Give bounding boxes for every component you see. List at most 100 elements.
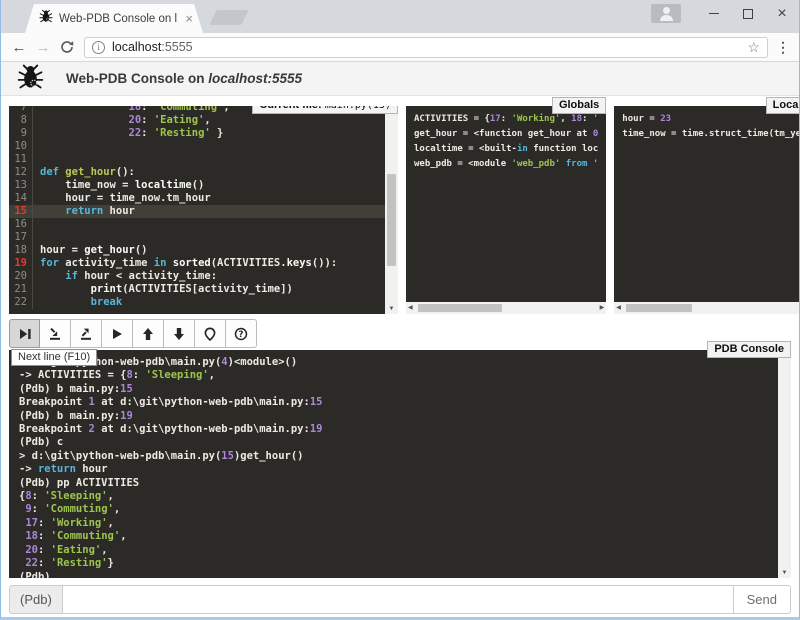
arrow-down-icon [172, 327, 186, 341]
source-vertical-scrollbar[interactable]: ▲ ▼ [385, 106, 398, 314]
pdb-prompt-addon: (Pdb) [9, 585, 62, 614]
console-line: {8: 'Sleeping', [19, 490, 778, 503]
close-icon: × [777, 6, 786, 22]
console-line: 20: 'Eating', [19, 544, 778, 557]
line-number: 18 [9, 244, 33, 257]
down-stack-button[interactable] [164, 319, 195, 348]
line-text: (Pdb) b main.py:15 [19, 383, 133, 395]
profile-button[interactable] [651, 4, 681, 23]
scroll-thumb[interactable] [387, 174, 396, 266]
console-line: -> return hour [19, 463, 778, 476]
scroll-down-icon[interactable]: ▼ [385, 305, 398, 313]
line-text: 9: 'Commuting', [19, 503, 120, 515]
close-button[interactable]: × [765, 0, 799, 27]
line-text: (Pdb) [19, 571, 51, 579]
help-button[interactable]: ? [226, 319, 257, 348]
globals-line: ACTIVITIES = {17: 'Working', 18: ' [414, 112, 598, 127]
console-line: > d:\git\python-web-pdb\main.py(4)<modul… [19, 356, 778, 369]
globals-line: localtime = <built-in function loc [414, 142, 598, 157]
code-line: 8 20: 'Eating', [9, 114, 385, 127]
info-icon[interactable]: i [92, 41, 105, 54]
browser-menu-icon[interactable]: ⋮ [773, 39, 793, 56]
console-line: -> ACTIVITIES = {8: 'Sleeping', [19, 369, 778, 382]
scroll-left-icon[interactable]: ◀ [616, 302, 621, 314]
console-line: 9: 'Commuting', [19, 503, 778, 516]
line-text: hour = get_hour() [40, 244, 148, 257]
scroll-thumb[interactable] [418, 304, 502, 312]
pdb-console-panel: > d:\git\python-web-pdb\main.py(4)<modul… [9, 350, 791, 578]
new-tab-button[interactable] [209, 10, 248, 25]
line-text: -> return hour [19, 463, 108, 475]
line-number: 17 [9, 231, 33, 244]
forward-button[interactable]: → [31, 40, 55, 55]
line-text: hour = 23 [622, 114, 671, 124]
line-text: 22: 'Resting'} [19, 557, 114, 569]
reload-icon [60, 40, 74, 54]
tab-close-icon[interactable]: × [183, 12, 195, 25]
next-line-tooltip: Next line (F10) [11, 349, 97, 366]
line-number: 13 [9, 179, 33, 192]
scroll-left-icon[interactable]: ◀ [408, 302, 413, 314]
code-line: 17 [9, 231, 385, 244]
step-next-icon [18, 327, 32, 341]
code-line: 21 print(ACTIVITIES[activity_time]) [9, 283, 385, 296]
locals-line: time_now = time.struct_time(tm_yea [622, 127, 800, 142]
scroll-right-icon[interactable]: ▶ [600, 302, 605, 314]
console-line: Breakpoint 1 at d:\git\python-web-pdb\ma… [19, 396, 778, 409]
panels-row: Current file: main.py(15) 7 18: 'Commuti… [1, 96, 799, 314]
line-number: 22 [9, 296, 33, 309]
send-button[interactable]: Send [733, 585, 791, 614]
line-number: 21 [9, 283, 33, 296]
source-panel: Current file: main.py(15) 7 18: 'Commuti… [9, 106, 398, 314]
next-line-button[interactable] [9, 319, 40, 348]
scroll-down-icon[interactable]: ▼ [778, 569, 791, 577]
locals-horizontal-scrollbar[interactable]: ◀ ▶ [614, 302, 800, 314]
line-number: 20 [9, 270, 33, 283]
svg-text:?: ? [239, 330, 244, 340]
line-text: ACTIVITIES = {17: 'Working', 18: ' [414, 114, 598, 124]
line-text: > d:\git\python-web-pdb\main.py(15)get_h… [19, 450, 304, 462]
line-text: -> ACTIVITIES = {8: 'Sleeping', [19, 369, 215, 381]
line-text: hour = time_now.tm_hour [40, 192, 211, 205]
line-number: 12 [9, 166, 33, 179]
console-line: (Pdb) pp ACTIVITIES [19, 477, 778, 490]
back-button[interactable]: ← [7, 40, 31, 55]
browser-tab[interactable]: Web-PDB Console on loc × [25, 4, 203, 33]
line-text: for activity_time in sorted(ACTIVITIES.k… [40, 257, 337, 270]
step-into-button[interactable] [40, 319, 71, 348]
bookmark-star-icon[interactable]: ☆ [747, 40, 760, 54]
console-vertical-scrollbar[interactable]: ▲ ▼ [778, 350, 791, 578]
line-text: 20: 'Eating', [19, 544, 108, 556]
line-text [40, 140, 46, 153]
code-line: 12def get_hour(): [9, 166, 385, 179]
code-line: 15 return hour [9, 205, 385, 218]
browser-navbar: ← → i localhost:5555 ☆ ⋮ [1, 33, 799, 62]
step-into-icon [48, 327, 62, 341]
line-text [40, 218, 46, 231]
maximize-button[interactable] [731, 0, 765, 27]
return-button[interactable] [71, 319, 102, 348]
console-line: (Pdb) b main.py:15 [19, 383, 778, 396]
where-button[interactable] [195, 319, 226, 348]
globals-horizontal-scrollbar[interactable]: ◀ ▶ [406, 302, 606, 314]
pdb-console-label: PDB Console [707, 341, 791, 358]
current-file-label: Current file: main.py(15) [252, 106, 398, 114]
command-input[interactable] [62, 585, 734, 614]
globals-line: get_hour = <function get_hour at 0 [414, 127, 598, 142]
minimize-icon [709, 13, 719, 15]
arrow-up-icon [141, 327, 155, 341]
reload-button[interactable] [55, 40, 79, 54]
continue-button[interactable] [102, 319, 133, 348]
url-bar[interactable]: i localhost:5555 ☆ [84, 37, 768, 58]
line-text: (Pdb) b main.py:19 [19, 410, 133, 422]
locals-line: hour = 23 [622, 112, 800, 127]
line-text: Breakpoint 1 at d:\git\python-web-pdb\ma… [19, 396, 322, 408]
code-line: 13 time_now = localtime() [9, 179, 385, 192]
up-stack-button[interactable] [133, 319, 164, 348]
console-line: 18: 'Commuting', [19, 530, 778, 543]
bug-favicon-icon [39, 9, 53, 28]
line-text: (Pdb) pp ACTIVITIES [19, 477, 139, 489]
minimize-button[interactable] [697, 0, 731, 27]
line-text: 17: 'Working', [19, 517, 114, 529]
scroll-thumb[interactable] [626, 304, 692, 312]
